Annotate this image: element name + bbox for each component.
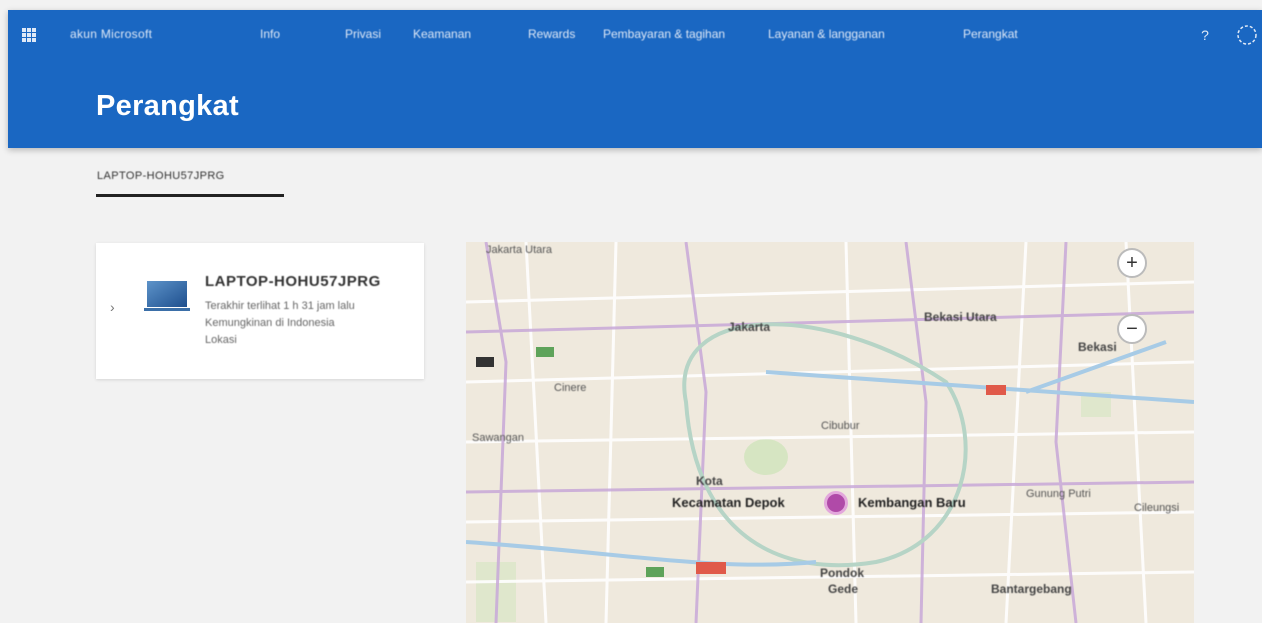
app-launcher-icon[interactable] <box>21 27 37 43</box>
nav-info[interactable]: Info <box>260 27 280 41</box>
map-label: Pondok <box>820 566 864 580</box>
location-pin-icon[interactable] <box>824 491 848 515</box>
brand-name[interactable]: akun Microsoft <box>70 27 152 41</box>
nav-devices[interactable]: Perangkat <box>963 27 1018 41</box>
map-label: Bekasi <box>1078 340 1117 354</box>
nav-privacy[interactable]: Privasi <box>345 27 381 41</box>
app-header: akun Microsoft Info Privasi Keamanan Rew… <box>8 10 1262 148</box>
map-label: Gunung Putri <box>1026 488 1091 500</box>
device-location-text: Kemungkinan di Indonesia <box>205 317 335 329</box>
help-icon[interactable]: ? <box>1194 24 1216 46</box>
account-icon[interactable] <box>1236 24 1258 46</box>
nav-rewards[interactable]: Rewards <box>528 27 575 41</box>
device-location-label[interactable]: Lokasi <box>205 334 237 346</box>
tab-active-indicator <box>96 194 284 197</box>
tab-device[interactable]: LAPTOP-HOHU57JPRG <box>97 170 225 196</box>
page-title: Perangkat <box>96 90 239 122</box>
device-card[interactable]: › LAPTOP-HOHU57JPRG Terakhir terlihat 1 … <box>96 243 424 379</box>
map-label: Kecamatan Depok <box>672 495 785 510</box>
map-label: Bekasi Utara <box>924 310 997 324</box>
top-nav: akun Microsoft Info Privasi Keamanan Rew… <box>8 10 1262 60</box>
map-label: Bantargebang <box>991 582 1072 596</box>
device-map[interactable]: Jakarta Utara Jakarta Bekasi Utara Bekas… <box>466 242 1194 623</box>
map-label: Sawangan <box>472 432 524 444</box>
map-label: Jakarta <box>728 320 771 334</box>
map-label: Kota <box>696 474 723 488</box>
laptop-icon <box>144 281 190 311</box>
map-label: Jakarta Utara <box>486 244 553 256</box>
chevron-right-icon[interactable]: › <box>110 299 115 315</box>
device-name: LAPTOP-HOHU57JPRG <box>205 273 381 290</box>
map-label: Kembangan Baru <box>858 495 966 510</box>
zoom-in-button[interactable]: + <box>1117 248 1147 278</box>
zoom-out-button[interactable]: − <box>1117 314 1147 344</box>
nav-payment[interactable]: Pembayaran & tagihan <box>603 27 725 41</box>
map-label: Gede <box>828 582 859 596</box>
svg-text:?: ? <box>1201 27 1209 43</box>
nav-services[interactable]: Layanan & langganan <box>768 27 885 41</box>
device-last-seen: Terakhir terlihat 1 h 31 jam lalu <box>205 300 355 312</box>
map-label: Cibubur <box>821 420 860 432</box>
map-label: Cileungsi <box>1134 502 1180 514</box>
map-label: Cinere <box>554 382 587 394</box>
nav-security[interactable]: Keamanan <box>413 27 471 41</box>
